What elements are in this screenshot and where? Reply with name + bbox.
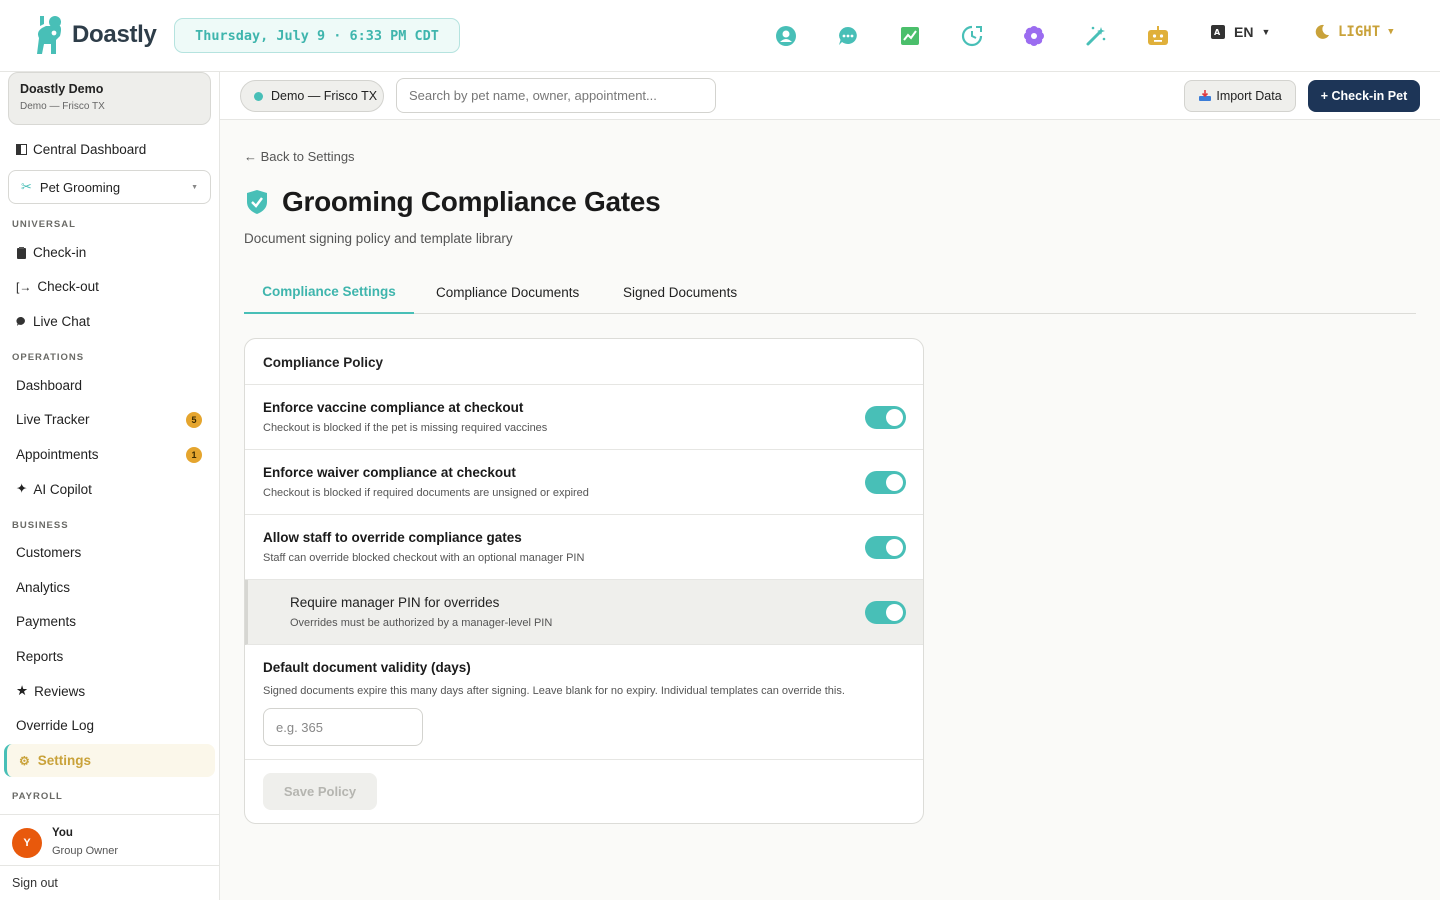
moon-icon bbox=[1315, 24, 1329, 39]
sidebar-item-payments[interactable]: Payments bbox=[16, 614, 76, 629]
staff-override-toggle[interactable] bbox=[865, 536, 906, 559]
support-icon[interactable] bbox=[774, 24, 798, 48]
sidebar: Doastly Demo Demo — Frisco TX Central Da… bbox=[0, 72, 220, 900]
back-to-settings-link[interactable]: ← Back to Settings bbox=[244, 149, 355, 164]
import-data-button[interactable]: Import Data bbox=[1184, 80, 1296, 112]
org-switcher[interactable]: Doastly Demo Demo — Frisco TX bbox=[8, 72, 211, 125]
caret-down-icon: ▼ bbox=[191, 183, 198, 191]
validity-days-input[interactable] bbox=[263, 708, 423, 746]
manager-pin-toggle[interactable] bbox=[865, 601, 906, 624]
user-role: Group Owner bbox=[52, 845, 119, 857]
sidebar-item-settings[interactable]: ⚙ Settings bbox=[4, 744, 215, 777]
sidebar-item-appointments[interactable]: Appointments bbox=[16, 447, 99, 462]
sidebar-item-check-out[interactable]: [→ Check-out bbox=[16, 279, 99, 294]
page-header: Grooming Compliance Gates bbox=[244, 186, 661, 218]
star-icon: ★ bbox=[16, 683, 29, 698]
svg-text:A: A bbox=[1214, 28, 1221, 37]
user-name: You bbox=[52, 827, 73, 839]
appointments-badge: 1 bbox=[186, 447, 202, 463]
compliance-policy-card: Compliance Policy Enforce vaccine compli… bbox=[244, 338, 924, 824]
tab-signed-documents[interactable]: Signed Documents bbox=[623, 270, 737, 314]
org-name: Doastly Demo bbox=[20, 82, 104, 96]
shield-check-icon bbox=[247, 190, 267, 214]
sparkle-icon: ✦ bbox=[16, 481, 28, 496]
gear-icon: ⚙ bbox=[19, 753, 30, 768]
save-policy-button[interactable]: Save Policy bbox=[263, 773, 377, 810]
sidebar-item-live-chat[interactable]: Live Chat bbox=[16, 314, 90, 329]
page-subtitle: Document signing policy and template lib… bbox=[244, 231, 513, 246]
waiver-compliance-row: Enforce waiver compliance at checkout Ch… bbox=[245, 450, 923, 515]
top-bar: Doastly Thursday, July 9 · 6:33 PM CDT A… bbox=[0, 0, 1440, 72]
sub-header: Demo — Frisco TX Import Data + Check-in … bbox=[220, 72, 1440, 120]
sidebar-item-live-tracker[interactable]: Live Tracker bbox=[16, 412, 90, 427]
inbox-tray-icon bbox=[1199, 90, 1212, 101]
dog-logo-icon bbox=[37, 16, 61, 54]
module-label: Pet Grooming bbox=[39, 179, 121, 195]
sidebar-item-analytics[interactable]: Analytics bbox=[16, 580, 70, 595]
clipboard-icon bbox=[17, 246, 26, 259]
location-status-dot bbox=[254, 91, 263, 101]
language-label: EN bbox=[1234, 24, 1254, 40]
logo[interactable]: Doastly bbox=[32, 14, 157, 56]
robot-icon[interactable] bbox=[1146, 24, 1170, 48]
section-payroll: PAYROLL bbox=[12, 791, 63, 802]
theme-toggle[interactable]: LIGHT ▼ bbox=[1314, 24, 1394, 40]
document-validity-section: Default document validity (days) Signed … bbox=[245, 645, 923, 760]
card-title: Compliance Policy bbox=[245, 339, 923, 385]
sign-out-link[interactable]: Sign out bbox=[12, 876, 58, 890]
analytics-chart-icon[interactable] bbox=[898, 24, 922, 48]
translate-icon: A bbox=[1211, 25, 1225, 39]
exit-icon: [→ bbox=[16, 279, 32, 294]
language-selector[interactable]: A EN ▼ bbox=[1210, 24, 1270, 40]
caret-down-icon: ▼ bbox=[1388, 27, 1394, 37]
caret-down-icon: ▼ bbox=[1261, 27, 1271, 37]
search-input[interactable] bbox=[396, 78, 716, 113]
magic-wand-icon[interactable] bbox=[1084, 24, 1108, 48]
location-selector[interactable]: Demo — Frisco TX bbox=[240, 80, 384, 112]
sidebar-item-override-log[interactable]: Override Log bbox=[16, 718, 94, 733]
app-name: Doastly bbox=[72, 21, 157, 48]
page-title: Grooming Compliance Gates bbox=[282, 186, 661, 217]
section-universal: UNIVERSAL bbox=[12, 219, 76, 230]
sidebar-item-customers[interactable]: Customers bbox=[16, 545, 81, 560]
vaccine-compliance-row: Enforce vaccine compliance at checkout C… bbox=[245, 385, 923, 450]
module-selector[interactable]: ✂ Pet Grooming ▼ bbox=[8, 170, 211, 204]
tab-bar: Compliance Settings Compliance Documents… bbox=[244, 270, 1416, 314]
sidebar-item-dashboard[interactable]: Dashboard bbox=[16, 378, 82, 393]
org-location: Demo — Frisco TX bbox=[20, 101, 105, 112]
sidebar-item-check-in[interactable]: Check-in bbox=[16, 245, 86, 260]
sidebar-item-reviews[interactable]: ★ Reviews bbox=[16, 683, 85, 699]
vaccine-compliance-toggle[interactable] bbox=[865, 406, 906, 429]
flower-icon[interactable] bbox=[1022, 24, 1046, 48]
check-in-pet-button[interactable]: + Check-in Pet bbox=[1308, 80, 1420, 112]
section-business: BUSINESS bbox=[12, 520, 69, 531]
chat-icon[interactable] bbox=[836, 24, 860, 48]
section-operations: OPERATIONS bbox=[12, 352, 85, 363]
avatar: Y bbox=[12, 828, 42, 858]
theme-label: LIGHT bbox=[1338, 24, 1381, 40]
tab-compliance-documents[interactable]: Compliance Documents bbox=[436, 270, 579, 314]
sidebar-item-reports[interactable]: Reports bbox=[16, 649, 63, 664]
waiver-compliance-toggle[interactable] bbox=[865, 471, 906, 494]
staff-override-row: Allow staff to override compliance gates… bbox=[245, 515, 923, 580]
manager-pin-row: Require manager PIN for overrides Overri… bbox=[245, 580, 923, 645]
datetime-display: Thursday, July 9 · 6:33 PM CDT bbox=[174, 18, 460, 53]
sidebar-item-ai-copilot[interactable]: ✦ AI Copilot bbox=[16, 481, 92, 497]
validity-description: Signed documents expire this many days a… bbox=[263, 685, 845, 697]
clock-history-icon[interactable] bbox=[960, 24, 984, 48]
chat-bubble-icon bbox=[16, 316, 25, 326]
sidebar-item-central-dashboard[interactable]: Central Dashboard bbox=[16, 142, 146, 157]
user-profile[interactable]: Y You Group Owner bbox=[0, 814, 220, 866]
live-tracker-badge: 5 bbox=[186, 412, 202, 428]
dashboard-icon bbox=[16, 144, 27, 155]
validity-label: Default document validity (days) bbox=[263, 660, 471, 675]
scissors-icon: ✂ bbox=[21, 179, 32, 194]
tab-compliance-settings[interactable]: Compliance Settings bbox=[244, 270, 414, 314]
